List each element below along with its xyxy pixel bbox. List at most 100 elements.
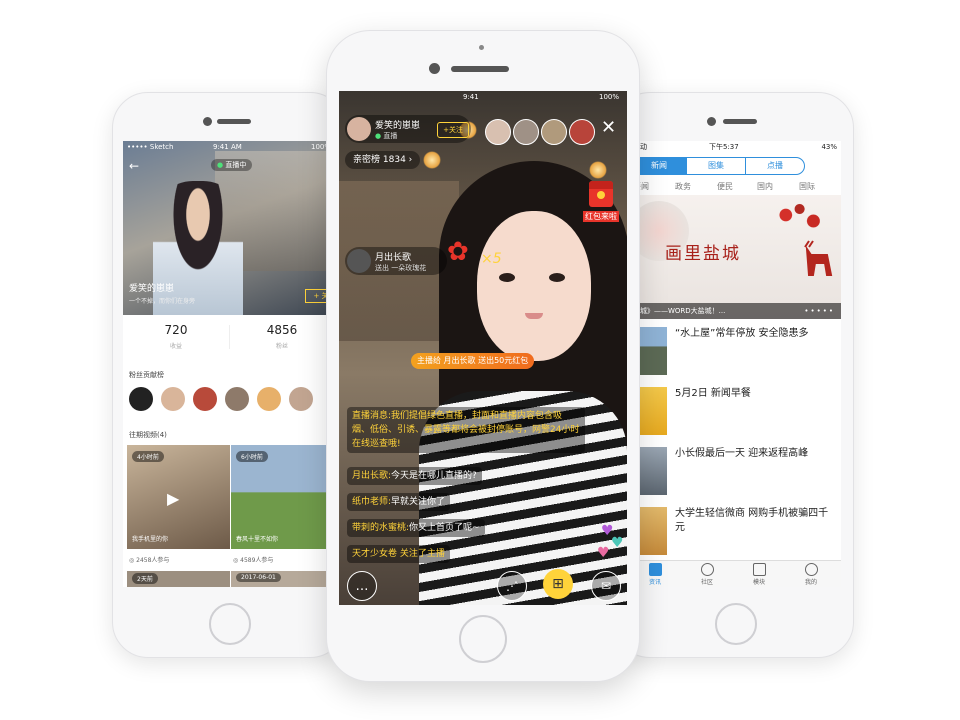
live-screen: 9:41 100% 爱笑的崽崽 ● 直播 +关注 ✕ 亲密榜 1834 › 红包… xyxy=(339,91,627,605)
live-badge-text: 直播中 xyxy=(225,161,247,169)
close-icon[interactable]: ✕ xyxy=(601,117,616,138)
video-card[interactable]: 6小时前 春风十里不如你 xyxy=(231,445,334,549)
category-item[interactable]: 政务 xyxy=(675,181,691,192)
video-time-tag: 2天前 xyxy=(132,573,158,584)
nav-news[interactable]: 资讯 xyxy=(635,563,675,586)
banner-carousel[interactable]: 画里盐城 盐城》——WORD大盐城！... ••••• xyxy=(629,195,841,319)
nav-label: 我的 xyxy=(804,579,817,586)
video-caption: 春风十里不如你 xyxy=(236,536,279,543)
fans-label: 粉丝 xyxy=(275,343,288,350)
video-time-tag: 6小时前 xyxy=(236,451,268,462)
banner-caption-bar: 盐城》——WORD大盐城！... ••••• xyxy=(629,303,841,319)
viewer-avatar[interactable] xyxy=(541,119,567,145)
anchor-name: 爱笑的崽崽 xyxy=(129,284,175,294)
fan-avatar[interactable] xyxy=(257,387,281,411)
news-icon xyxy=(648,563,662,576)
user-icon xyxy=(804,563,818,576)
chat-user: 带刺的水蜜桃: xyxy=(352,523,410,533)
tab-vod[interactable]: 点播 xyxy=(745,157,805,175)
earpiece xyxy=(723,119,757,124)
front-camera xyxy=(707,117,716,126)
left-phone: ••••• Sketch 9:41 AM 100% ← ● 直播中 爱笑的崽崽 … xyxy=(112,92,346,658)
participants-text: 4589人参与 xyxy=(240,557,274,564)
gift-icon[interactable]: ⊞ xyxy=(543,569,573,599)
sender-avatar xyxy=(347,249,371,273)
video-time-tag: 2017-06-01 xyxy=(236,573,281,582)
nav-profile[interactable]: 我的 xyxy=(791,563,831,586)
play-icon: ▶ xyxy=(167,489,180,508)
news-item[interactable]: 小长假最后一天 迎来返程高峰 xyxy=(629,441,841,502)
segment-control: 新闻 图集 点播 xyxy=(629,153,841,177)
chat-user: 天才少女卷 xyxy=(352,549,398,559)
video-card[interactable]: 2017-06-01 xyxy=(231,571,334,587)
gift-count: ×5 xyxy=(481,251,502,267)
chat-message: 纸巾老师:早就关注你了 xyxy=(347,493,451,511)
clock-text: 9:41 xyxy=(463,93,479,101)
fan-avatar[interactable] xyxy=(129,387,153,411)
banner-caption: 盐城》——WORD大盐城！... xyxy=(633,307,726,315)
comment-icon[interactable]: … xyxy=(347,571,377,601)
income-label: 收益 xyxy=(169,343,182,350)
news-item[interactable]: 5月2日 新闻早餐 xyxy=(629,381,841,442)
news-title: 5月2日 新闻早餐 xyxy=(675,388,751,399)
chat-text: 早就关注你了 xyxy=(391,497,446,507)
fan-avatar[interactable] xyxy=(161,387,185,411)
category-item[interactable]: 便民 xyxy=(717,181,733,192)
sensor-dot xyxy=(479,45,484,50)
viewer-avatar[interactable] xyxy=(513,119,539,145)
viewer-avatar[interactable] xyxy=(485,119,511,145)
right-phone: 移动 下午5:37 43% 新闻 图集 点播 要闻 政务 便民 国内 国际 画里… xyxy=(614,92,854,658)
news-item[interactable]: 大学生轻信微商 网购手机被骗四千元 xyxy=(629,501,841,562)
anchor-info-pill[interactable]: 爱笑的崽崽 ● 直播 +关注 xyxy=(345,115,471,143)
video-card[interactable]: 4小时前 ▶ 我手机里的你 xyxy=(127,445,230,549)
intimacy-label: 亲密榜 xyxy=(353,155,381,165)
battery-text: 43% xyxy=(821,143,837,151)
home-button[interactable] xyxy=(209,603,251,645)
home-button[interactable] xyxy=(459,615,507,663)
tab-gallery[interactable]: 图集 xyxy=(686,157,746,175)
fan-avatar[interactable] xyxy=(289,387,313,411)
chat-text: 今天是在哪儿直播的? xyxy=(391,471,477,481)
chat-message: 带刺的水蜜桃:你又上首页了呢~ xyxy=(347,519,485,537)
earpiece xyxy=(217,119,251,124)
gift-text: 送出 一朵玫瑰花 xyxy=(375,264,427,272)
past-videos-section: 往期视频(4) 4小时前 ▶ 我手机里的你 6小时前 春风十里不如你 ◎ 245… xyxy=(123,425,335,587)
chat-text: 关注了主播 xyxy=(399,549,445,559)
status-bar: ••••• Sketch 9:41 AM 100% xyxy=(123,141,335,153)
rose-icon: ✿ xyxy=(447,237,469,267)
anchor-slogan: 一个不掉，而你们在身旁 xyxy=(129,298,196,305)
news-title: 小长假最后一天 迎来返程高峰 xyxy=(675,448,809,459)
left-screen: ••••• Sketch 9:41 AM 100% ← ● 直播中 爱笑的崽崽 … xyxy=(123,141,335,587)
fan-avatar[interactable] xyxy=(225,387,249,411)
earpiece xyxy=(451,66,509,72)
share-icon[interactable]: ⋰ xyxy=(497,571,527,601)
category-item[interactable]: 国内 xyxy=(757,181,773,192)
deer-icon xyxy=(804,240,833,276)
fan-avatar[interactable] xyxy=(193,387,217,411)
viewer-avatar[interactable] xyxy=(569,119,595,145)
follow-button[interactable]: +关注 xyxy=(437,122,469,138)
news-item[interactable]: “水上屋”常年停放 安全隐患多 xyxy=(629,321,841,382)
front-camera xyxy=(429,63,440,74)
income-value: 720 xyxy=(164,323,188,337)
nav-label: 模块 xyxy=(752,579,765,586)
plum-blossom-illustration xyxy=(749,199,841,239)
red-packet-icon[interactable] xyxy=(589,181,613,207)
category-item[interactable]: 国际 xyxy=(799,181,815,192)
nav-modules[interactable]: 模块 xyxy=(739,563,779,586)
chat-text: 你又上首页了呢~ xyxy=(409,523,480,533)
back-arrow-icon[interactable]: ← xyxy=(129,159,139,173)
intimacy-rank[interactable]: 亲密榜 1834 › xyxy=(345,151,421,169)
clock-text: 9:41 AM xyxy=(213,143,242,151)
video-time-tag: 4小时前 xyxy=(132,451,164,462)
chat-message: 月出长歌:今天是在哪儿直播的? xyxy=(347,467,482,485)
past-videos-title: 往期视频(4) xyxy=(129,431,167,439)
nav-community[interactable]: 社区 xyxy=(687,563,727,586)
home-button[interactable] xyxy=(715,603,757,645)
video-card[interactable]: 2天前 xyxy=(127,571,230,587)
stats-panel: 720 收益 4856 粉丝 xyxy=(123,315,335,359)
carrier-text: ••••• Sketch xyxy=(127,143,174,151)
message-icon[interactable]: ✉ xyxy=(591,571,621,601)
fans-rank-section: 粉丝贡献榜 xyxy=(123,365,335,419)
center-phone: 9:41 100% 爱笑的崽崽 ● 直播 +关注 ✕ 亲密榜 1834 › 红包… xyxy=(326,30,640,682)
